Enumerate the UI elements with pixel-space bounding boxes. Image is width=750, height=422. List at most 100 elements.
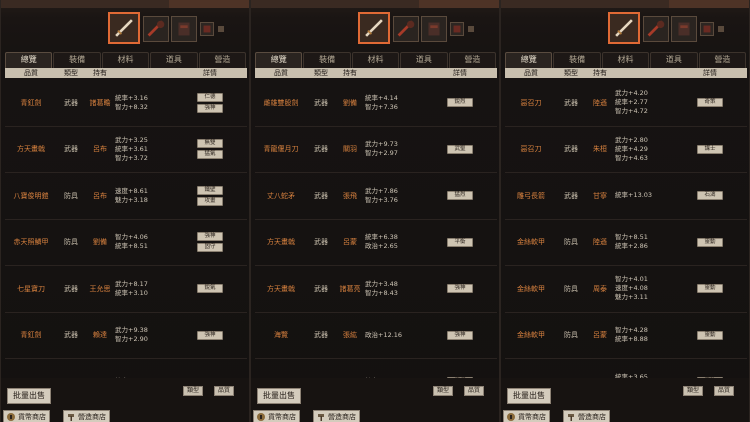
armor-slot-icon[interactable] bbox=[421, 16, 447, 42]
sword-slot-icon[interactable] bbox=[108, 12, 140, 44]
stat-line: 智力+8.32 bbox=[115, 102, 148, 111]
tab-4[interactable]: 營造 bbox=[698, 52, 747, 68]
weapon-slot-icon[interactable] bbox=[143, 16, 169, 42]
table-row[interactable]: 青龍偃月刀 武器 關羽 武力+9.73 智力+2.97 武聖 bbox=[255, 127, 497, 173]
table-row[interactable]: 金絲軟甲 防具 周泰 智力+4.01 速度+4.08 魅力+3.11 靈動 bbox=[505, 266, 747, 313]
table-row[interactable]: 惡召刀 武器 朱桓 武力+2.80 統率+4.29 智力+4.63 謀士 bbox=[505, 127, 747, 173]
weapon-slot-icon[interactable] bbox=[393, 16, 419, 42]
skill-button[interactable]: 銳烈 bbox=[447, 98, 473, 108]
tab-1[interactable]: 裝備 bbox=[53, 52, 101, 68]
build-shop-button[interactable]: 營造商店 bbox=[63, 410, 110, 422]
tab-0[interactable]: 總覽 bbox=[5, 52, 53, 68]
tab-0[interactable]: 總覽 bbox=[505, 52, 553, 68]
skill-button[interactable]: 靈動 bbox=[697, 284, 723, 294]
equipment-slots bbox=[501, 12, 749, 48]
table-row[interactable]: 青釭劍 武器 諸葛瞻 統率+3.16 智力+8.32 仁德 強神 bbox=[5, 80, 247, 127]
accessory-slot-icon[interactable] bbox=[450, 22, 464, 36]
skill-button[interactable]: 固守 bbox=[197, 243, 223, 253]
table-row[interactable]: 方天畫戟 武器 諸葛亮 武力+3.48 智力+8.43 強神 bbox=[255, 266, 497, 313]
table-row[interactable]: 方天畫戟 武器 呂蒙 統率+6.38 政治+2.65 平衡 bbox=[255, 220, 497, 266]
currency-shop-button[interactable]: 貨幣商店 bbox=[503, 410, 550, 422]
skill-button[interactable]: 謀士 bbox=[697, 144, 723, 154]
bulk-sell-button[interactable]: 批量出售 bbox=[257, 388, 301, 404]
skill-button[interactable]: 銳氣 bbox=[197, 284, 223, 294]
skill-button[interactable]: 奇策 bbox=[697, 98, 723, 108]
skill-button[interactable]: 強神 bbox=[447, 284, 473, 294]
tab-3[interactable]: 道具 bbox=[150, 52, 198, 68]
tab-3[interactable]: 道具 bbox=[400, 52, 448, 68]
tab-3[interactable]: 道具 bbox=[650, 52, 698, 68]
table-row[interactable]: 丈八蛇矛 武器 張飛 武力+7.86 智力+3.76 猛烈 bbox=[255, 173, 497, 220]
weapon-slot-icon[interactable] bbox=[643, 16, 669, 42]
item-list: 惡召刀 武器 陸遜 武力+4.20 統率+2.77 智力+4.72 奇策 惡召刀 武器 朱桓 武力+… bbox=[505, 80, 747, 378]
skill-button[interactable]: 仁德 bbox=[197, 92, 223, 102]
tab-1[interactable]: 裝備 bbox=[553, 52, 601, 68]
stat-line: 智力+7.36 bbox=[365, 102, 398, 111]
skill-button[interactable]: 強神 bbox=[447, 330, 473, 340]
table-row[interactable]: 金絲軟甲 防具 陸遜 智力+8.51 統率+2.86 靈動 bbox=[505, 220, 747, 266]
skill-button[interactable]: 強神 bbox=[197, 330, 223, 340]
sort-quality-dropdown[interactable]: 品質 bbox=[714, 386, 735, 396]
sword-slot-icon[interactable] bbox=[358, 12, 390, 44]
skill-button[interactable]: 石濤 bbox=[697, 191, 723, 201]
table-row[interactable]: 赤天照鱗甲 防具 劉備 智力+4.06 統率+8.51 強神 固守 bbox=[5, 220, 247, 266]
table-row[interactable]: 統率+4.14 bbox=[5, 359, 247, 378]
armor-slot-icon[interactable] bbox=[671, 16, 697, 42]
table-row[interactable]: 青釭劍 武器 賴達 武力+9.38 智力+2.90 強神 bbox=[5, 313, 247, 359]
extra-slot-icon[interactable] bbox=[468, 26, 474, 32]
tab-1[interactable]: 裝備 bbox=[303, 52, 351, 68]
tab-2[interactable]: 材料 bbox=[351, 52, 400, 68]
currency-shop-button[interactable]: 貨幣商店 bbox=[253, 410, 300, 422]
table-row[interactable]: 八寶俊明鎧 防具 呂布 速度+8.61 魅力+3.18 鐵壁 攻畫 bbox=[5, 173, 247, 220]
armor-slot-icon[interactable] bbox=[171, 16, 197, 42]
skill-button[interactable]: 強神 bbox=[197, 103, 223, 113]
accessory-slot-icon[interactable] bbox=[200, 22, 214, 36]
extra-slot-icon[interactable] bbox=[718, 26, 724, 32]
skill-button[interactable]: 平衡 bbox=[447, 237, 473, 247]
tab-4[interactable]: 營造 bbox=[448, 52, 497, 68]
top-frame-accent bbox=[169, 0, 249, 8]
tab-2[interactable]: 材料 bbox=[101, 52, 150, 68]
table-row[interactable]: 七星寶刀 武器 王允思 武力+8.17 統率+3.10 銳氣 bbox=[5, 266, 247, 313]
skill-button[interactable]: 猛氣 bbox=[197, 150, 223, 160]
sort-type-dropdown[interactable]: 類型 bbox=[683, 386, 704, 396]
skill-button[interactable]: 靈動 bbox=[697, 330, 723, 340]
column-header bbox=[615, 68, 673, 78]
skill-button[interactable]: 鐵壁 bbox=[197, 185, 223, 195]
sort-type-dropdown[interactable]: 類型 bbox=[183, 386, 204, 396]
tab-2[interactable]: 材料 bbox=[601, 52, 650, 68]
extra-slot-icon[interactable] bbox=[218, 26, 224, 32]
table-row[interactable]: 雅安劍武器王異魅力+12.42奇謀 bbox=[255, 359, 497, 378]
build-shop-button[interactable]: 營造商店 bbox=[563, 410, 610, 422]
table-row[interactable]: 雕弓長箭 武器 甘寧 統率+13.03 石濤 bbox=[505, 173, 747, 220]
item-skills: 強神 bbox=[423, 284, 497, 294]
sword-slot-icon[interactable] bbox=[608, 12, 640, 44]
item-stats: 統率+6.38 政治+2.65 bbox=[365, 233, 423, 251]
item-skills: 銳氣 bbox=[173, 284, 247, 294]
sort-quality-dropdown[interactable]: 品質 bbox=[464, 386, 485, 396]
bulk-sell-button[interactable]: 批量出售 bbox=[507, 388, 551, 404]
skill-button[interactable]: 猛烈 bbox=[447, 191, 473, 201]
table-row[interactable]: 統率+3.65智力+2.57靈動 bbox=[505, 359, 747, 378]
currency-shop-button[interactable]: 貨幣商店 bbox=[3, 410, 50, 422]
sort-type-dropdown[interactable]: 類型 bbox=[433, 386, 454, 396]
table-row[interactable]: 金絲軟甲 防具 呂蒙 智力+4.28 統率+8.88 靈動 bbox=[505, 313, 747, 359]
skill-button[interactable]: 攻畫 bbox=[197, 196, 223, 206]
item-type: 防具 bbox=[64, 191, 78, 200]
table-row[interactable]: 雌雄雙股劍 武器 劉備 統率+4.14 智力+7.36 銳烈 bbox=[255, 80, 497, 127]
skill-button[interactable]: 無雙 bbox=[197, 139, 223, 149]
accessory-slot-icon[interactable] bbox=[700, 22, 714, 36]
item-name: 丈八蛇矛 bbox=[267, 191, 295, 200]
tab-0[interactable]: 總覽 bbox=[255, 52, 303, 68]
build-shop-button[interactable]: 營造商店 bbox=[313, 410, 360, 422]
tab-4[interactable]: 營造 bbox=[198, 52, 247, 68]
bulk-sell-button[interactable]: 批量出售 bbox=[7, 388, 51, 404]
table-row[interactable]: 方天畫戟 武器 呂布 武力+3.25 統率+3.61 智力+3.72 無雙 猛氣 bbox=[5, 127, 247, 173]
sort-quality-dropdown[interactable]: 品質 bbox=[214, 386, 235, 396]
category-tabs: 總覽 裝備 材料 道具 營造 bbox=[5, 52, 247, 68]
table-row[interactable]: 惡召刀 武器 陸遜 武力+4.20 統率+2.77 智力+4.72 奇策 bbox=[505, 80, 747, 127]
skill-button[interactable]: 強神 bbox=[197, 232, 223, 242]
skill-button[interactable]: 武聖 bbox=[447, 144, 473, 154]
table-row[interactable]: 海覽 武器 張紘 政治+12.16 強神 bbox=[255, 313, 497, 359]
skill-button[interactable]: 靈動 bbox=[697, 237, 723, 247]
